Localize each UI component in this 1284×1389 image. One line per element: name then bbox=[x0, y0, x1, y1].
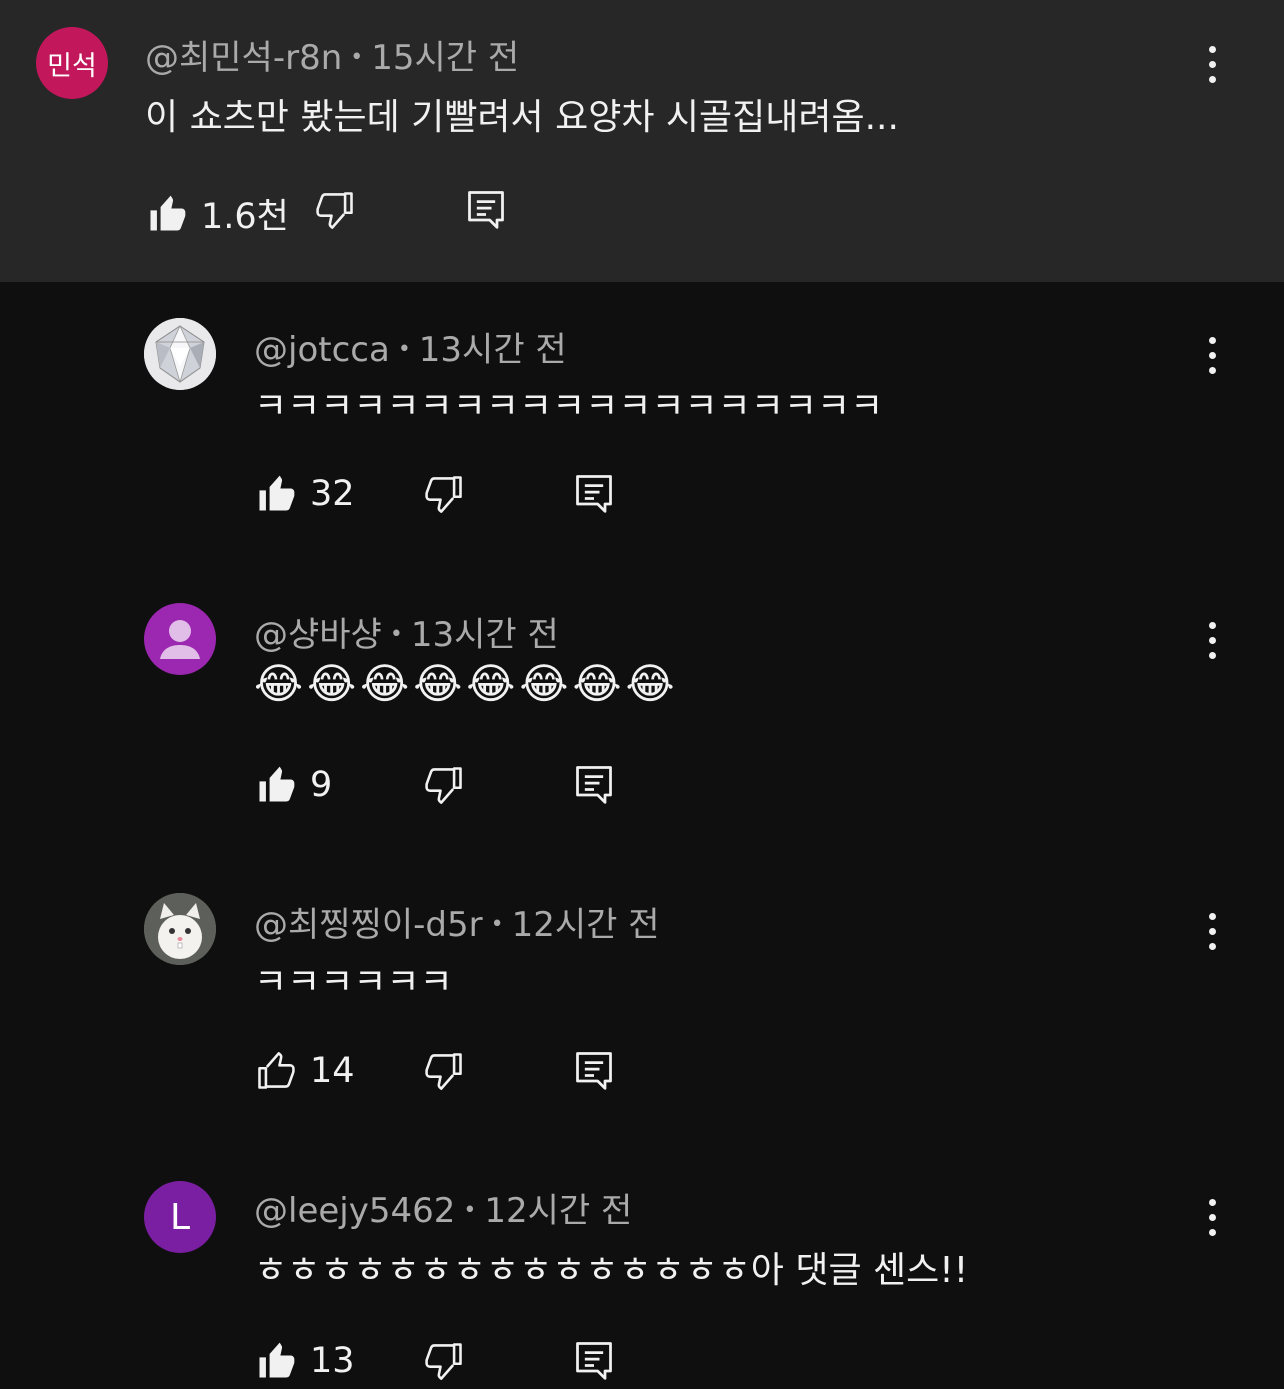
avatar[interactable]: 민석 bbox=[36, 27, 108, 99]
comment-author[interactable]: @샹바샹 bbox=[254, 615, 382, 655]
reply-comment: @샹바샹 • 13시간 전 😂😂😂😂😂😂😂😂 9 bbox=[0, 567, 1284, 857]
like-button[interactable]: 14 bbox=[254, 1049, 355, 1093]
reply-button[interactable] bbox=[572, 1337, 616, 1383]
comment-text: ㅋㅋㅋㅋㅋㅋㅋㅋㅋㅋㅋㅋㅋㅋㅋㅋㅋㅋㅋ bbox=[254, 386, 884, 427]
reply-icon bbox=[572, 470, 616, 516]
like-button[interactable]: 1.6천 bbox=[145, 188, 289, 239]
meta-separator: • bbox=[397, 337, 411, 362]
thumbs-down-icon bbox=[422, 1339, 466, 1383]
thumbs-up-icon bbox=[254, 1339, 298, 1383]
meta-separator: • bbox=[350, 45, 364, 70]
dislike-button[interactable] bbox=[422, 472, 466, 516]
meta-separator: • bbox=[490, 912, 504, 937]
comment-author[interactable]: @jotcca bbox=[254, 330, 390, 370]
reply-comment: L @leejy5462 • 12시간 전 ㅎㅎㅎㅎㅎㅎㅎㅎㅎㅎㅎㅎㅎㅎㅎ아 댓글 … bbox=[0, 1147, 1284, 1389]
thumbs-up-outline-icon bbox=[254, 1049, 298, 1093]
comment-time: 12시간 전 bbox=[484, 1191, 633, 1231]
comment-author[interactable]: @최민석-r8n bbox=[145, 38, 342, 78]
more-options-icon[interactable] bbox=[1206, 1199, 1218, 1239]
thumbs-up-icon bbox=[145, 192, 189, 236]
thumbs-down-icon bbox=[313, 188, 357, 232]
more-options-icon[interactable] bbox=[1206, 46, 1218, 86]
dislike-button[interactable] bbox=[422, 1339, 466, 1383]
avatar-text: 민석 bbox=[47, 50, 97, 82]
reply-comment: @jotcca • 13시간 전 ㅋㅋㅋㅋㅋㅋㅋㅋㅋㅋㅋㅋㅋㅋㅋㅋㅋㅋㅋ 32 bbox=[0, 282, 1284, 567]
diamond-avatar-icon bbox=[144, 318, 216, 390]
reply-comment: @최찡찡이-d5r • 12시간 전 ㅋㅋㅋㅋㅋㅋ 14 bbox=[0, 857, 1284, 1147]
comment-author[interactable]: @최찡찡이-d5r bbox=[254, 905, 483, 945]
meta-separator: • bbox=[463, 1198, 477, 1223]
avatar[interactable] bbox=[144, 603, 216, 675]
thumbs-up-icon bbox=[254, 472, 298, 516]
avatar[interactable] bbox=[144, 893, 216, 965]
more-options-icon[interactable] bbox=[1206, 913, 1218, 953]
like-button[interactable]: 9 bbox=[254, 763, 332, 807]
comment-text: ㅎㅎㅎㅎㅎㅎㅎㅎㅎㅎㅎㅎㅎㅎㅎ아 댓글 센스!! bbox=[254, 1250, 969, 1291]
meta-separator: • bbox=[389, 622, 403, 647]
comment-time: 12시간 전 bbox=[511, 905, 660, 945]
reply-button[interactable] bbox=[464, 186, 508, 232]
comment-text: 이 쇼츠만 봤는데 기빨려서 요양차 시골집내려옴... bbox=[145, 97, 899, 138]
dislike-button[interactable] bbox=[422, 1049, 466, 1093]
reply-button[interactable] bbox=[572, 1047, 616, 1093]
avatar[interactable] bbox=[144, 318, 216, 390]
thumbs-down-icon bbox=[422, 472, 466, 516]
like-button[interactable]: 32 bbox=[254, 472, 355, 516]
like-count: 32 bbox=[310, 474, 355, 514]
thumbs-down-icon bbox=[422, 763, 466, 807]
like-count: 13 bbox=[310, 1341, 355, 1381]
comment-meta: @leejy5462 • 12시간 전 bbox=[254, 1183, 632, 1232]
like-count: 9 bbox=[310, 765, 333, 805]
reply-button[interactable] bbox=[572, 761, 616, 807]
comment-text: ㅋㅋㅋㅋㅋㅋ bbox=[254, 962, 453, 1003]
reply-button[interactable] bbox=[572, 470, 616, 516]
comment-meta: @jotcca • 13시간 전 bbox=[254, 322, 567, 371]
thumbs-up-icon bbox=[254, 763, 298, 807]
reply-icon bbox=[464, 186, 508, 232]
parent-comment: 민석 @최민석-r8n • 15시간 전 이 쇼츠만 봤는데 기빨려서 요양차 시골… bbox=[0, 0, 1284, 282]
white-cat-avatar-icon bbox=[144, 893, 216, 965]
avatar[interactable]: L bbox=[144, 1181, 216, 1253]
thumbs-down-icon bbox=[422, 1049, 466, 1093]
comment-time: 13시간 전 bbox=[410, 615, 559, 655]
dislike-button[interactable] bbox=[422, 763, 466, 807]
reply-icon bbox=[572, 761, 616, 807]
more-options-icon[interactable] bbox=[1206, 622, 1218, 662]
comment-text: 😂😂😂😂😂😂😂😂 bbox=[254, 659, 679, 708]
like-button[interactable]: 13 bbox=[254, 1339, 355, 1383]
comment-meta: @최민석-r8n • 15시간 전 bbox=[145, 30, 519, 79]
like-count: 14 bbox=[310, 1051, 355, 1091]
comment-time: 15시간 전 bbox=[371, 38, 520, 78]
like-count: 1.6천 bbox=[201, 197, 289, 237]
default-person-avatar-icon bbox=[160, 620, 200, 659]
more-options-icon[interactable] bbox=[1206, 337, 1218, 377]
comment-meta: @최찡찡이-d5r • 12시간 전 bbox=[254, 897, 660, 946]
reply-icon bbox=[572, 1337, 616, 1383]
comment-meta: @샹바샹 • 13시간 전 bbox=[254, 607, 559, 656]
comment-time: 13시간 전 bbox=[418, 330, 567, 370]
comment-author[interactable]: @leejy5462 bbox=[254, 1191, 455, 1231]
reply-icon bbox=[572, 1047, 616, 1093]
avatar-text: L bbox=[169, 1196, 191, 1238]
dislike-button[interactable] bbox=[313, 188, 357, 232]
